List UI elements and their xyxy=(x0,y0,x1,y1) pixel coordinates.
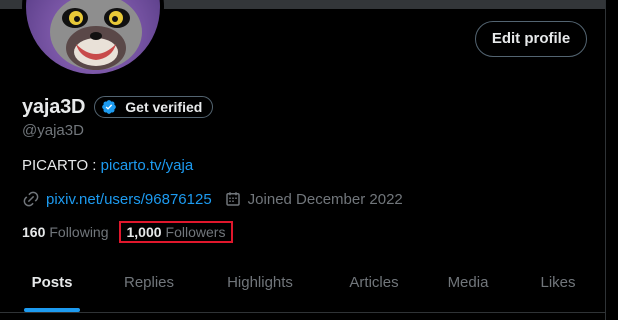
bio-text: PICARTO : xyxy=(22,157,101,174)
calendar-icon xyxy=(225,192,240,206)
get-verified-button[interactable]: Get verified xyxy=(94,96,214,118)
link-icon xyxy=(23,191,39,207)
profile-panel: Edit profile yaja3D Get verified @yaja3D… xyxy=(0,0,606,320)
website-item: pixiv.net/users/96876125 xyxy=(22,190,212,208)
user-handle: @yaja3D xyxy=(22,122,84,139)
bio: PICARTO : picarto.tv/yaja xyxy=(22,157,193,174)
edit-profile-button[interactable]: Edit profile xyxy=(475,21,587,57)
avatar[interactable] xyxy=(26,0,160,74)
website-link[interactable]: pixiv.net/users/96876125 xyxy=(46,191,212,208)
tab-articles-label: Articles xyxy=(349,273,399,291)
tab-replies-label: Replies xyxy=(123,273,175,291)
tab-posts-label: Posts xyxy=(31,273,73,291)
followers-count: 1,000 xyxy=(126,224,162,240)
get-verified-label: Get verified xyxy=(125,99,203,115)
followers-link[interactable]: 1,000 Followers xyxy=(118,221,234,243)
tab-highlights-label: Highlights xyxy=(227,273,293,291)
joined-item: Joined December 2022 xyxy=(224,190,403,208)
profile-meta: pixiv.net/users/96876125 Joined December… xyxy=(22,189,403,209)
avatar-image xyxy=(26,0,160,74)
tab-likes[interactable]: Likes xyxy=(514,252,602,312)
name-row: yaja3D Get verified xyxy=(22,94,214,120)
following-count: 160 xyxy=(22,224,46,240)
tab-likes-label: Likes xyxy=(540,273,576,291)
following-label: Following xyxy=(49,224,109,240)
following-link[interactable]: 160 Following xyxy=(22,224,109,240)
tab-media[interactable]: Media xyxy=(422,252,514,312)
tab-media-label: Media xyxy=(447,273,489,291)
tab-replies[interactable]: Replies xyxy=(104,252,194,312)
followers-label: Followers xyxy=(165,224,226,240)
profile-tabs: Posts Replies Highlights Articles Media … xyxy=(0,252,605,313)
display-name: yaja3D xyxy=(22,95,86,118)
joined-date: Joined December 2022 xyxy=(247,190,403,208)
verified-badge-icon xyxy=(101,99,117,115)
tab-articles[interactable]: Articles xyxy=(326,252,422,312)
bio-link[interactable]: picarto.tv/yaja xyxy=(101,157,194,174)
tab-highlights[interactable]: Highlights xyxy=(194,252,326,312)
active-tab-indicator xyxy=(24,308,80,312)
tab-posts[interactable]: Posts xyxy=(0,252,104,312)
follow-stats: 160 Following 1,000 Followers xyxy=(22,221,235,243)
